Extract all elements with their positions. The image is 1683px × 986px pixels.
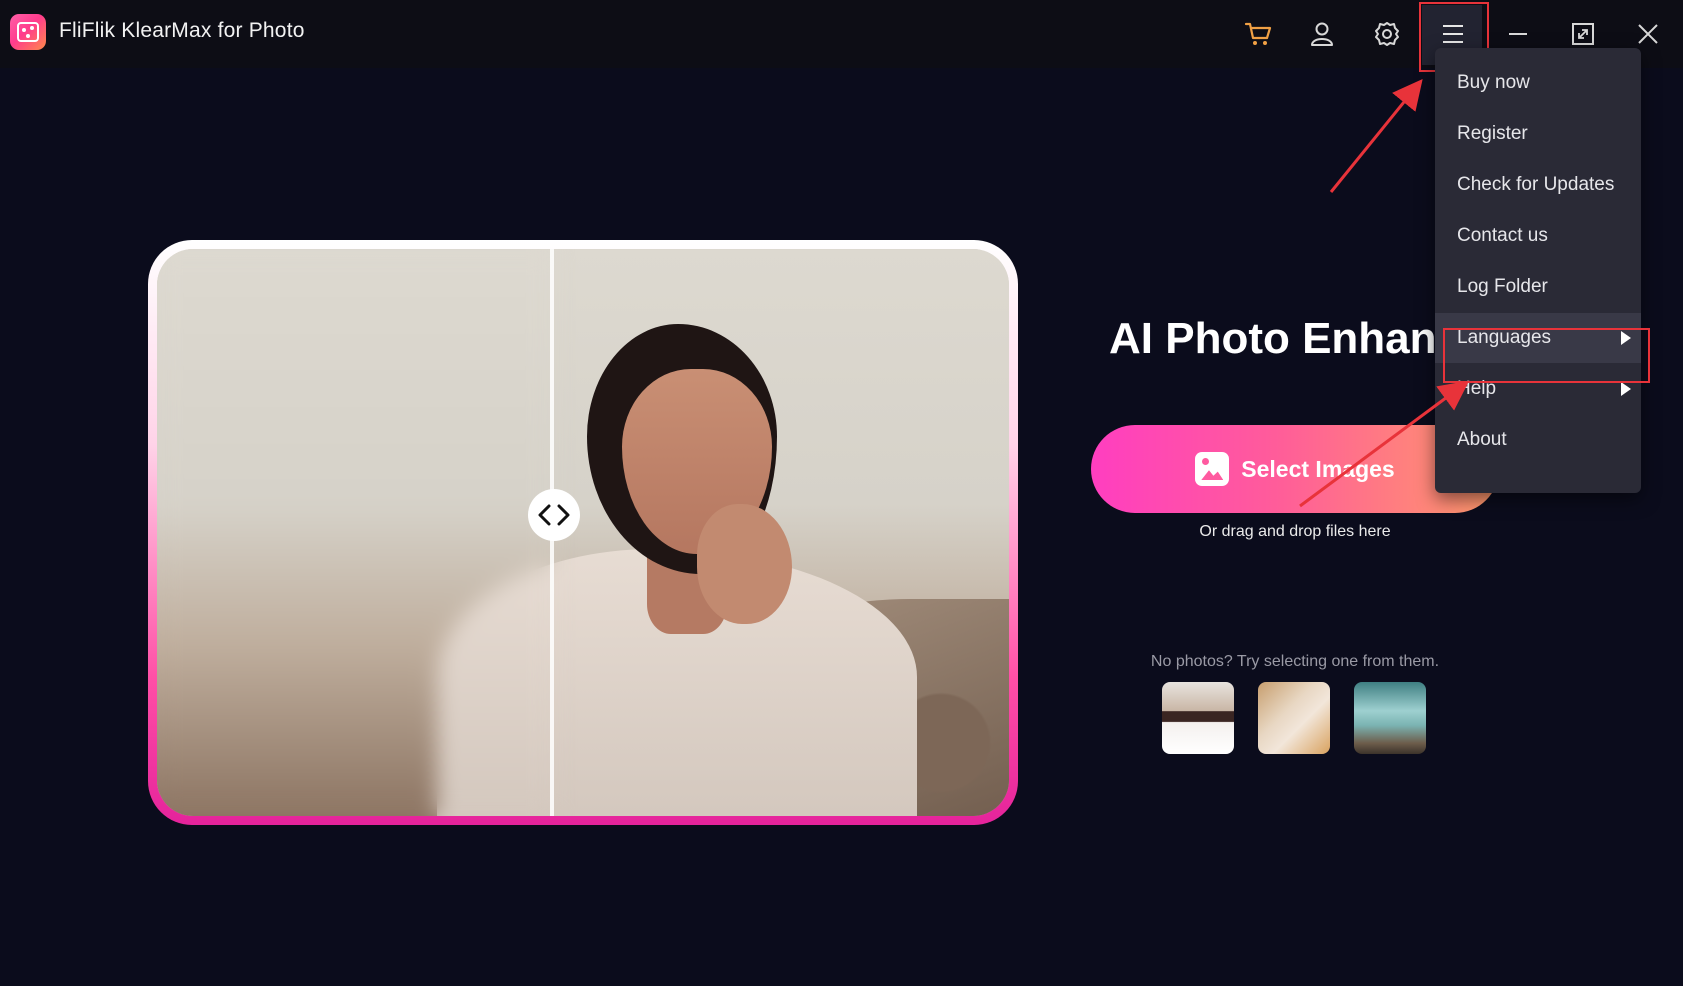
- menu-item-register[interactable]: Register: [1435, 109, 1641, 159]
- chevrons-left-right-icon: [538, 504, 570, 526]
- sample-thumbnail-cat[interactable]: [1258, 682, 1330, 754]
- page-headline: AI Photo Enhanc: [1109, 314, 1461, 363]
- menu-item-log-folder[interactable]: Log Folder: [1435, 262, 1641, 312]
- submenu-arrow-icon: [1621, 382, 1631, 396]
- compare-slider-handle[interactable]: [528, 489, 580, 541]
- menu-item-label: About: [1457, 429, 1507, 450]
- cart-icon[interactable]: [1238, 14, 1278, 54]
- menu-item-label: Register: [1457, 123, 1528, 144]
- select-images-label: Select Images: [1241, 455, 1395, 482]
- sample-thumbnail-portrait[interactable]: [1162, 682, 1234, 754]
- menu-item-label: Log Folder: [1457, 276, 1548, 297]
- annotation-arrow-menu: [1329, 79, 1423, 193]
- menu-item-label: Check for Updates: [1457, 174, 1615, 195]
- menu-item-about[interactable]: About: [1435, 415, 1641, 465]
- sample-photo-original: [157, 249, 552, 816]
- menu-item-buy-now[interactable]: Buy now: [1435, 58, 1641, 108]
- sample-thumbnail-lake[interactable]: [1354, 682, 1426, 754]
- app-logo: [10, 14, 46, 50]
- languages-highlight-box: [1443, 328, 1650, 383]
- menu-item-label: Contact us: [1457, 225, 1548, 246]
- menu-item-contact-us[interactable]: Contact us: [1435, 211, 1641, 261]
- before-after-preview: [148, 240, 1018, 825]
- app-title: FliFlik KlearMax for Photo: [59, 19, 305, 42]
- image-icon: [1195, 452, 1230, 486]
- menu-item-check-updates[interactable]: Check for Updates: [1435, 160, 1641, 210]
- menu-item-label: Buy now: [1457, 72, 1530, 93]
- drag-drop-hint: Or drag and drop files here: [1199, 523, 1391, 540]
- main-dropdown-menu: Buy now Register Check for Updates Conta…: [1435, 48, 1641, 493]
- settings-icon[interactable]: [1367, 14, 1407, 54]
- account-icon[interactable]: [1302, 14, 1342, 54]
- sample-photos-hint: No photos? Try selecting one from them.: [1150, 653, 1440, 670]
